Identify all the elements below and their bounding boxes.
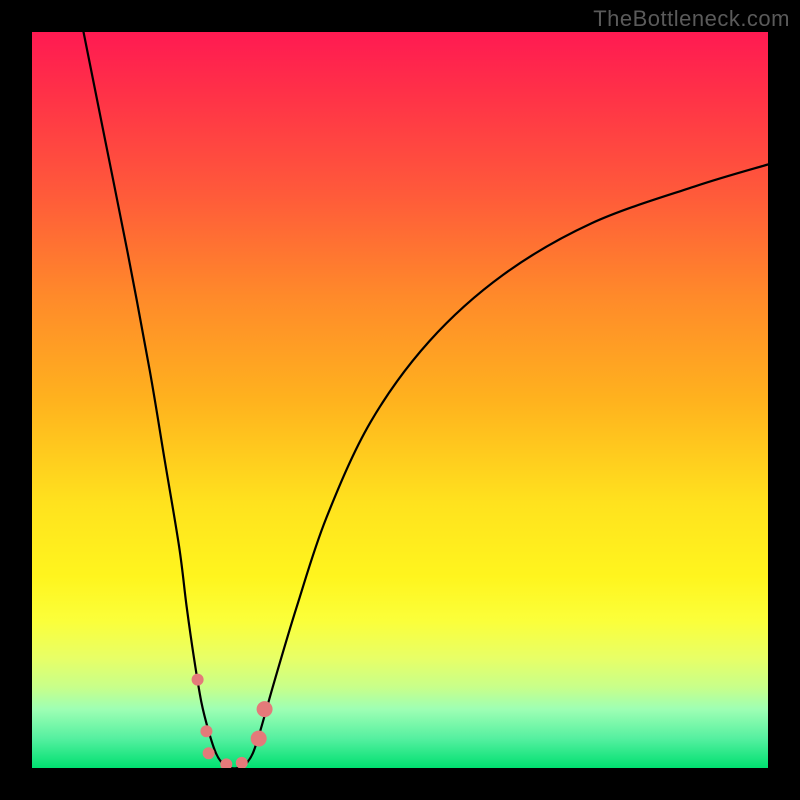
chart-frame: TheBottleneck.com [0,0,800,800]
curve-marker [203,747,215,759]
curve-markers [192,674,273,768]
curve-marker [251,731,267,747]
curve-marker [220,758,232,768]
curve-marker [236,757,248,768]
watermark-text: TheBottleneck.com [593,6,790,32]
curve-marker [257,701,273,717]
chart-svg [32,32,768,768]
curve-marker [200,725,212,737]
curve-marker [192,674,204,686]
bottleneck-curve-path [84,32,768,768]
chart-plot-area [32,32,768,768]
